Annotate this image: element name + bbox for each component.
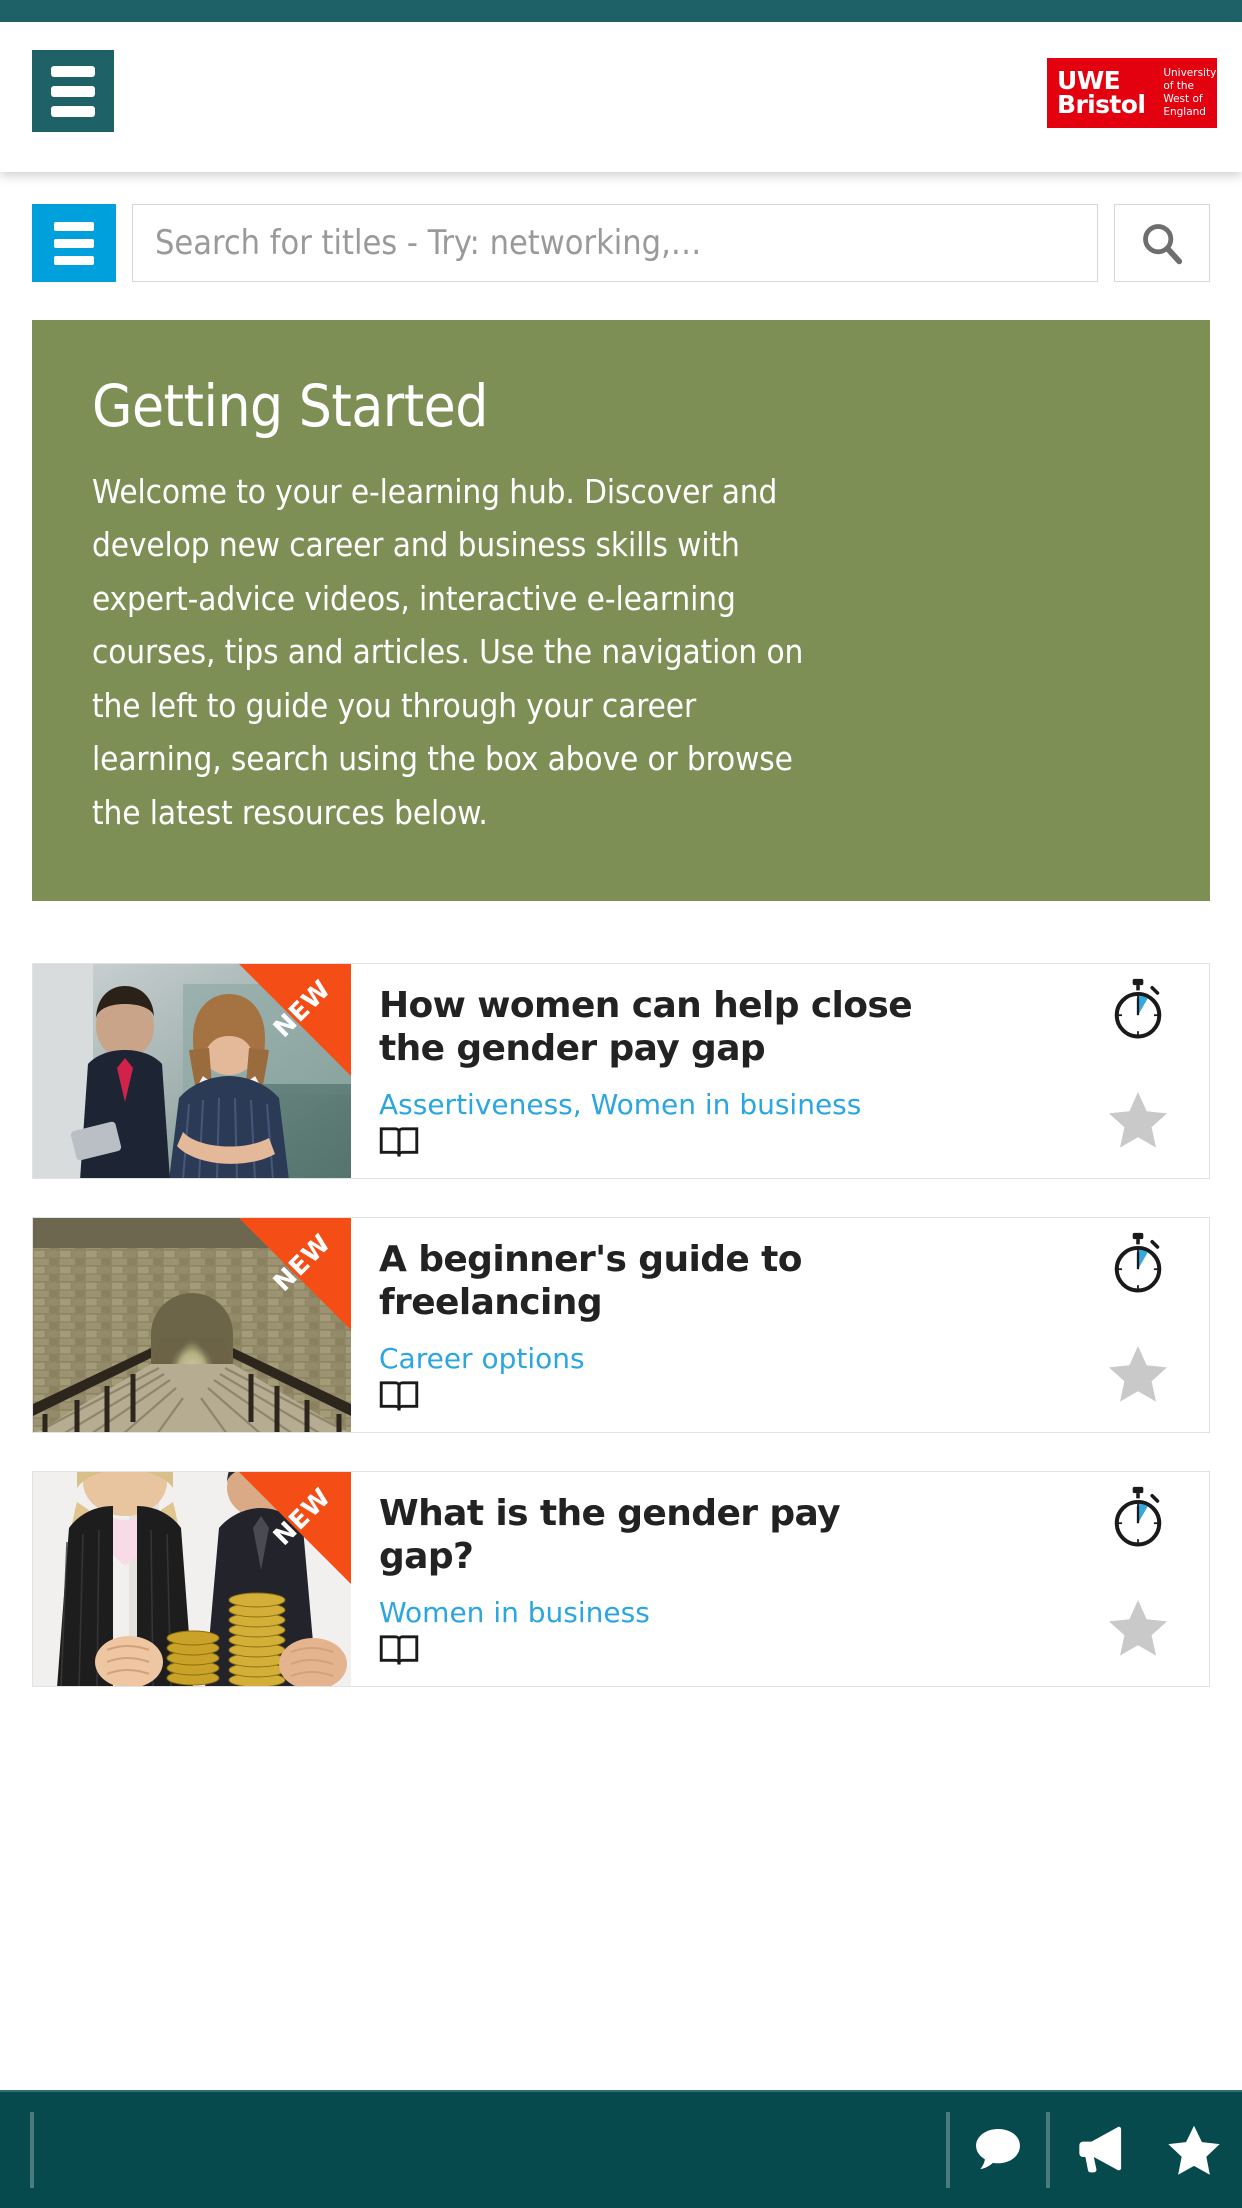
panel-body-text: Welcome to your e-learning hub. Discover… (92, 471, 804, 832)
card-content: A beginner's guide to freelancing Career… (351, 1218, 1099, 1432)
hamburger-icon-bar (51, 85, 95, 97)
stopwatch-icon (1114, 1486, 1162, 1547)
resource-card[interactable]: NEW How women can help close the gender … (32, 963, 1210, 1180)
card-meta (1099, 1218, 1209, 1432)
resource-card[interactable]: NEW What is the gender pay gap? Women in… (32, 1471, 1210, 1688)
hamburger-icon-bar (54, 238, 94, 248)
favourite-star-icon[interactable] (1107, 1598, 1169, 1658)
hamburger-icon-bar (54, 255, 94, 265)
feedback-chat-button[interactable] (950, 2122, 1046, 2178)
search-icon (1143, 224, 1183, 265)
hamburger-icon-bar (51, 105, 95, 117)
card-tags[interactable]: Assertiveness, Women in business (379, 1088, 1073, 1122)
logo-wordmark: UWE Bristol (1057, 65, 1146, 119)
megaphone-icon (1079, 2126, 1122, 2173)
hamburger-icon-bar (51, 65, 95, 77)
toolbar-divider (30, 2112, 34, 2188)
search-submit-button[interactable] (1114, 204, 1210, 282)
card-thumbnail[interactable]: NEW (33, 1472, 351, 1687)
open-book-icon (379, 1378, 1073, 1420)
card-title[interactable]: A beginner's guide to freelancing (379, 1238, 939, 1324)
card-content: What is the gender pay gap? Women in bus… (351, 1472, 1099, 1686)
card-meta (1099, 964, 1209, 1178)
card-thumbnail[interactable]: NEW (33, 1218, 351, 1433)
search-bar (32, 204, 1210, 282)
logo-tagline: University of the West of England (1163, 67, 1217, 118)
card-meta (1099, 1472, 1209, 1686)
card-tags[interactable]: Women in business (379, 1596, 1073, 1630)
card-content: How women can help close the gender pay … (351, 964, 1099, 1178)
panel-title: Getting Started (92, 372, 488, 440)
favourites-button[interactable] (1146, 2122, 1242, 2178)
card-thumbnail[interactable]: NEW (33, 964, 351, 1179)
hamburger-icon-bar (54, 221, 94, 231)
stopwatch-icon (1114, 1232, 1162, 1293)
open-book-icon (379, 1632, 1073, 1674)
main-menu-button[interactable] (32, 50, 114, 132)
search-input[interactable] (132, 204, 1098, 282)
card-title[interactable]: How women can help close the gender pay … (379, 984, 939, 1070)
card-tags[interactable]: Career options (379, 1342, 1073, 1376)
getting-started-panel: Getting Started Welcome to your e-learni… (32, 320, 1210, 902)
star-icon (1168, 2125, 1220, 2175)
stopwatch-icon (1114, 978, 1162, 1039)
top-accent-bar (0, 0, 1242, 22)
chat-bubble-icon (976, 2129, 1020, 2170)
favourite-star-icon[interactable] (1107, 1090, 1169, 1150)
site-header: UWE Bristol University of the West of En… (0, 22, 1242, 172)
uwe-bristol-logo[interactable]: UWE Bristol University of the West of En… (1047, 58, 1217, 128)
favourite-star-icon[interactable] (1107, 1344, 1169, 1404)
resource-card[interactable]: NEW A beginner's guide to freelancing Ca… (32, 1217, 1210, 1434)
card-title[interactable]: What is the gender pay gap? (379, 1492, 939, 1578)
open-book-icon (379, 1124, 1073, 1166)
announcements-button[interactable] (1050, 2122, 1146, 2178)
bottom-toolbar (0, 2090, 1242, 2208)
resource-list: NEW How women can help close the gender … (32, 963, 1210, 1688)
category-menu-button[interactable] (32, 204, 116, 282)
